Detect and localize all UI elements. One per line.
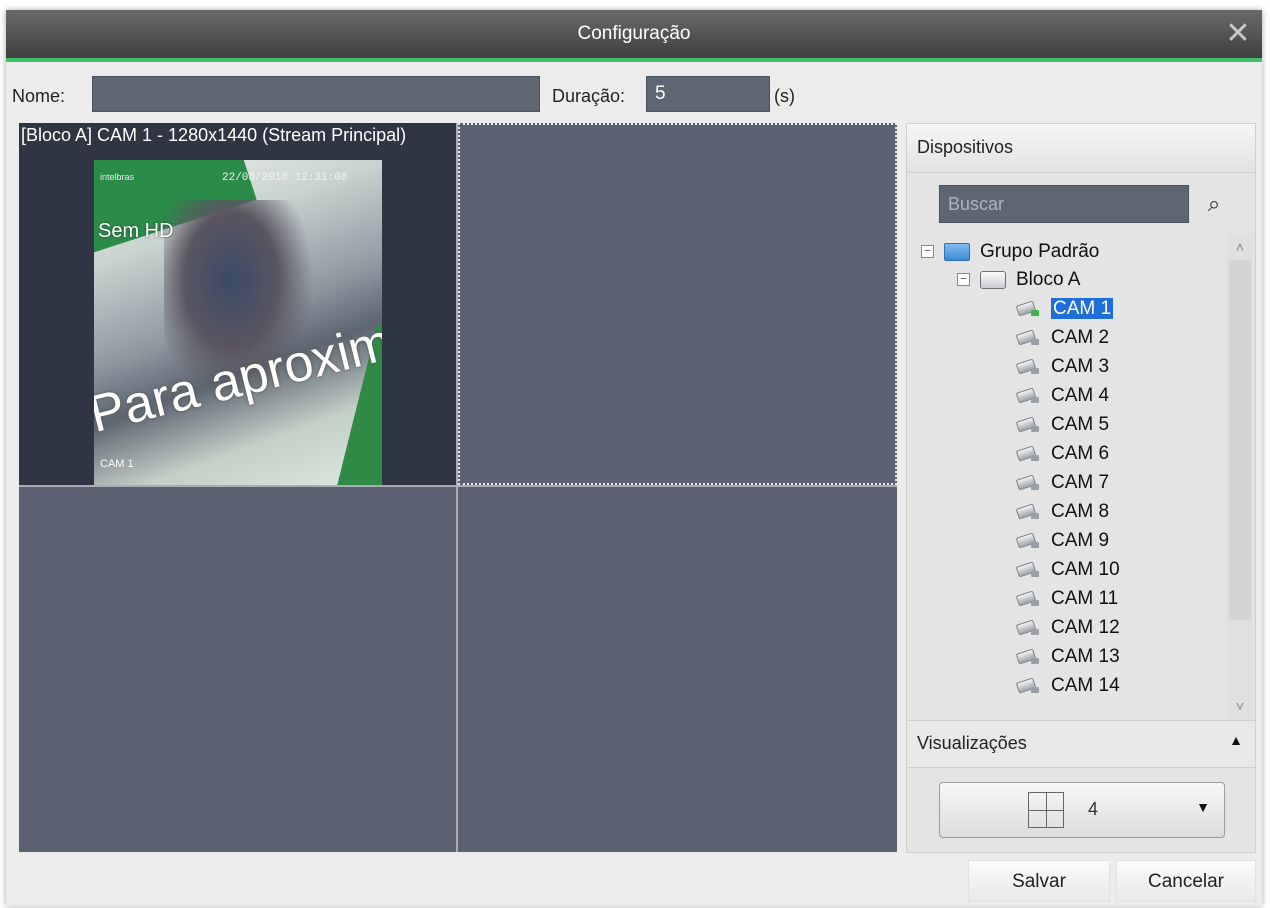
tree-camera[interactable]: CAM 9: [1017, 527, 1109, 555]
camera-label: CAM 6: [1051, 443, 1110, 464]
camera-label: CAM 3: [1051, 356, 1110, 377]
camera-icon: [1017, 417, 1043, 433]
camera-icon: [1017, 649, 1043, 665]
devices-panel: Dispositivos ⌕ −Grupo Padrão −Bloco A CA…: [906, 123, 1256, 853]
scroll-up-icon[interactable]: ˄: [1227, 234, 1253, 260]
tree-camera[interactable]: CAM 14: [1017, 672, 1120, 700]
collapse-icon[interactable]: −: [921, 245, 934, 259]
grid-cell-3[interactable]: [19, 487, 456, 852]
camera-icon: [1017, 533, 1043, 549]
title-bar: Configuração ✕: [6, 10, 1262, 62]
views-header[interactable]: Visualizações ▲: [907, 720, 1255, 768]
devices-header: Dispositivos: [907, 124, 1255, 173]
tree-camera[interactable]: CAM 5: [1017, 411, 1109, 439]
tree-camera[interactable]: CAM 8: [1017, 498, 1109, 526]
name-label: Nome:: [12, 86, 66, 106]
collapse-up-icon[interactable]: ▲: [1229, 732, 1243, 748]
tree-camera[interactable]: CAM 10: [1017, 556, 1120, 584]
camera-label: CAM 12: [1051, 617, 1120, 638]
camera-label: CAM 8: [1051, 501, 1110, 522]
camera-label: CAM 10: [1051, 559, 1120, 580]
views-title: Visualizações: [917, 733, 1027, 753]
tree-camera[interactable]: CAM 1: [1017, 295, 1114, 323]
tree-camera[interactable]: CAM 2: [1017, 324, 1109, 352]
camera-icon: [1017, 504, 1043, 520]
duration-input[interactable]: [646, 76, 770, 112]
camera-label: CAM 5: [1051, 414, 1110, 435]
camera-label: CAM 13: [1051, 646, 1120, 667]
tree-camera[interactable]: CAM 7: [1017, 469, 1109, 497]
tree-group[interactable]: − Grupo Padrão: [921, 238, 1099, 266]
camera-feed: intelbras 22/08/2018 12:31:08 Sem HD Par…: [94, 160, 382, 485]
view-grid: intelbras 22/08/2018 12:31:08 Sem HD Par…: [19, 123, 897, 852]
tree-camera[interactable]: CAM 11: [1017, 585, 1118, 613]
save-button[interactable]: Salvar: [968, 860, 1110, 902]
tree-camera[interactable]: CAM 3: [1017, 353, 1109, 381]
search-icon[interactable]: ⌕: [1195, 185, 1233, 223]
camera-label: CAM 7: [1051, 472, 1110, 493]
cancel-button[interactable]: Cancelar: [1116, 860, 1256, 902]
camera-icon: [1017, 591, 1043, 607]
group-label: Grupo Padrão: [980, 241, 1100, 262]
camera-icon: [1017, 620, 1043, 636]
camera-label: CAM 1: [1051, 298, 1114, 319]
folder-icon: [944, 242, 970, 261]
tree-camera[interactable]: CAM 13: [1017, 643, 1120, 671]
camera-label: CAM 14: [1051, 675, 1120, 696]
camera-label: CAM 4: [1051, 385, 1110, 406]
tree-scrollbar[interactable]: ˄ ˅: [1227, 234, 1253, 719]
chevron-down-icon: ▼: [1196, 799, 1210, 815]
tree-camera[interactable]: CAM 6: [1017, 440, 1109, 468]
camera-label: CAM 9: [1051, 530, 1110, 551]
camera-icon: [1017, 301, 1043, 317]
title-accent-line: [6, 58, 1262, 62]
close-icon[interactable]: ✕: [1222, 18, 1254, 50]
feed-mode: Sem HD: [98, 220, 174, 242]
block-label: Bloco A: [1016, 269, 1081, 290]
feed-cam-label: CAM 1: [100, 458, 134, 470]
config-dialog: Configuração ✕ Nome: Duração: (s) intelb…: [6, 10, 1262, 906]
device-tree: − Grupo Padrão − Bloco A CAM 1 CAM 2 CAM 3…: [907, 234, 1225, 719]
feed-brand: intelbras: [100, 172, 135, 182]
feed-timestamp: 22/08/2018 12:31:08: [222, 172, 348, 184]
duration-label: Duração:: [552, 86, 626, 106]
search-input[interactable]: [939, 185, 1189, 223]
camera-label: CAM 11: [1051, 588, 1119, 609]
devices-title: Dispositivos: [917, 137, 1014, 157]
duration-unit: (s): [774, 86, 795, 106]
name-input[interactable]: [92, 76, 540, 112]
scroll-down-icon[interactable]: ˅: [1227, 693, 1253, 719]
tree-block[interactable]: − Bloco A: [957, 266, 1080, 294]
cell-title: [Bloco A] CAM 1 - 1280x1440 (Stream Prin…: [21, 125, 407, 145]
camera-icon: [1017, 475, 1043, 491]
drive-icon: [980, 270, 1006, 289]
collapse-icon[interactable]: −: [957, 273, 970, 287]
camera-icon: [1017, 562, 1043, 578]
scrollbar-thumb[interactable]: [1229, 260, 1251, 620]
camera-icon: [1017, 359, 1043, 375]
camera-icon: [1017, 388, 1043, 404]
grid-cell-4[interactable]: [458, 487, 897, 852]
layout-value: 4: [1088, 799, 1099, 819]
grid-cell-1[interactable]: intelbras 22/08/2018 12:31:08 Sem HD Par…: [19, 123, 456, 485]
camera-icon: [1017, 330, 1043, 346]
camera-label: CAM 2: [1051, 327, 1110, 348]
camera-icon: [1017, 446, 1043, 462]
layout-dropdown[interactable]: 4 ▼: [939, 782, 1225, 838]
camera-icon: [1017, 678, 1043, 694]
grid-2x2-icon: [1028, 792, 1064, 828]
tree-camera[interactable]: CAM 12: [1017, 614, 1120, 642]
dialog-title: Configuração: [577, 23, 691, 44]
tree-camera[interactable]: CAM 4: [1017, 382, 1109, 410]
grid-cell-2[interactable]: [458, 123, 897, 485]
